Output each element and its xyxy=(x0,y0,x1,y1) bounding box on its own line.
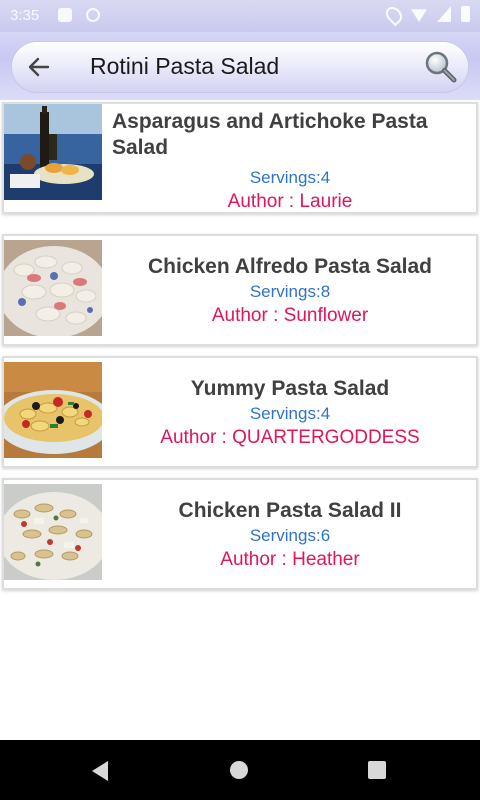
system-nav-bar xyxy=(0,740,480,800)
app-bar: Rotini Pasta Salad xyxy=(0,32,480,100)
status-time: 3:35 xyxy=(10,7,40,24)
recipe-thumbnail xyxy=(4,362,102,458)
location-icon xyxy=(382,3,406,27)
search-query-text[interactable]: Rotini Pasta Salad xyxy=(90,53,279,80)
sync-icon xyxy=(86,8,100,22)
search-bar[interactable]: Rotini Pasta Salad xyxy=(12,42,468,92)
recipe-title: Asparagus and Artichoke Pasta Salad xyxy=(112,110,428,159)
battery-icon xyxy=(461,6,470,22)
recipe-thumbnail xyxy=(4,484,102,580)
recipe-author: Author : Heather xyxy=(220,549,360,570)
recipe-thumbnail xyxy=(4,104,102,200)
recipe-thumbnail xyxy=(4,240,102,336)
status-icons xyxy=(382,3,470,27)
recipe-info: Yummy Pasta Salad Servings:4 Author : QU… xyxy=(104,358,476,466)
recipe-info: Chicken Alfredo Pasta Salad Servings:8 A… xyxy=(104,236,476,344)
recipe-info: Asparagus and Artichoke Pasta Salad Serv… xyxy=(104,104,476,212)
recipe-card[interactable]: Asparagus and Artichoke Pasta Salad Serv… xyxy=(2,102,478,214)
nav-home-icon[interactable] xyxy=(230,761,248,779)
recipe-card[interactable]: Yummy Pasta Salad Servings:4 Author : QU… xyxy=(2,356,478,468)
recipe-author: Author : Laurie xyxy=(227,191,353,212)
nav-back-icon[interactable] xyxy=(92,761,108,781)
recipe-title: Chicken Alfredo Pasta Salad xyxy=(148,255,432,278)
back-arrow-icon[interactable] xyxy=(26,54,54,80)
recipe-card[interactable]: Chicken Pasta Salad II Servings:6 Author… xyxy=(2,478,478,590)
recipe-servings: Servings:8 xyxy=(249,282,331,301)
recipe-title: Chicken Pasta Salad II xyxy=(178,499,402,522)
search-icon[interactable] xyxy=(424,50,458,84)
recipe-servings: Servings:4 xyxy=(249,168,331,187)
recipe-card[interactable]: Chicken Alfredo Pasta Salad Servings:8 A… xyxy=(2,234,478,346)
recipe-servings: Servings:4 xyxy=(249,404,331,423)
recipe-servings: Servings:6 xyxy=(249,526,331,545)
signal-icon xyxy=(437,6,451,22)
nav-recents-icon[interactable] xyxy=(368,761,386,779)
recipe-info: Chicken Pasta Salad II Servings:6 Author… xyxy=(104,480,476,588)
recipe-title: Yummy Pasta Salad xyxy=(190,377,390,400)
recipe-author: Author : QUARTERGODDESS xyxy=(160,427,420,448)
notification-icon xyxy=(58,8,72,22)
status-bar: 3:35 xyxy=(0,0,480,32)
wifi-icon xyxy=(411,9,427,22)
recipe-author: Author : Sunflower xyxy=(211,305,369,326)
